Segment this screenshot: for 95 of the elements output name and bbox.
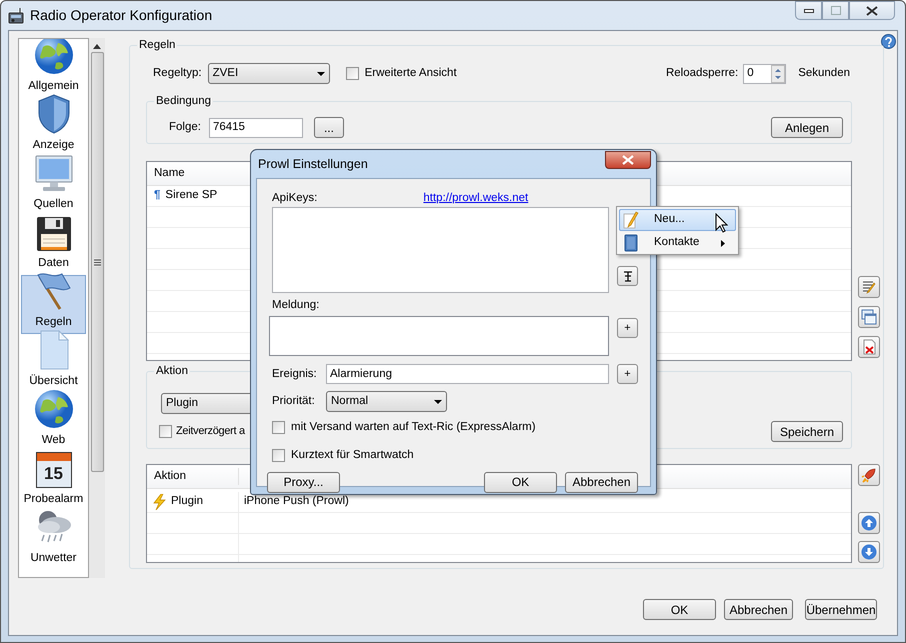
window-title: Radio Operator Konfiguration (30, 6, 212, 25)
apply-button[interactable]: Übernehmen (805, 599, 877, 620)
delete-icon (861, 339, 877, 355)
link[interactable]: http://prowl.weks.net (423, 190, 528, 207)
book-icon (624, 234, 638, 252)
cancel-button[interactable]: Abbrechen (565, 472, 638, 493)
mouse-cursor-icon (715, 213, 728, 233)
scroll-up-icon (93, 44, 101, 49)
event-field[interactable]: Alarmierung (326, 364, 609, 384)
text-button[interactable] (617, 266, 638, 286)
checkbox-label: Erweiterte Ansicht (364, 66, 457, 81)
sidebar-item[interactable]: Quellen (21, 157, 86, 216)
move-up-icon (861, 515, 877, 531)
maximize-icon (830, 6, 840, 15)
spin-arrows-icon (771, 64, 786, 82)
ok-button[interactable]: OK (643, 599, 716, 620)
copy-button[interactable] (858, 306, 880, 328)
sidebar-item[interactable]: Anzeige (21, 98, 86, 157)
delete-button[interactable] (858, 336, 880, 358)
rocket-icon (861, 467, 877, 483)
move-up-button[interactable] (858, 512, 880, 534)
radio-icon (8, 8, 24, 24)
proxy-button[interactable]: Proxy... (267, 472, 340, 493)
help-icon (881, 34, 896, 49)
sidebar-item[interactable]: Allgemein (21, 39, 86, 98)
field-label: Meldung: (272, 298, 320, 313)
column-header[interactable]: Name (147, 164, 185, 182)
group-title: Bedingung (154, 94, 213, 108)
create-button[interactable]: Anlegen (771, 117, 843, 138)
ok-button[interactable]: OK (484, 472, 557, 493)
copy-icon (861, 309, 877, 325)
minimize-button[interactable] (795, 1, 822, 20)
field-label: Reloadsperre: (666, 66, 738, 81)
sidebar-item[interactable]: Daten (21, 216, 86, 275)
globe-icon (34, 388, 74, 429)
rule-type-dropdown[interactable]: ZVEI (208, 63, 330, 84)
table-cell-text: Plugin (171, 494, 203, 510)
pencil-icon (623, 211, 639, 229)
sidebar-item[interactable]: Regeln (21, 275, 86, 334)
table-cell-text: iPhone Push (Prowl) (243, 494, 349, 510)
close-icon (622, 155, 634, 165)
field-label: Folge: (169, 120, 201, 135)
edit-icon (861, 279, 877, 295)
checkbox-label: mit Versand warten auf Text-Ric (ExpressAlarm) (291, 420, 536, 436)
monitor-icon (34, 152, 74, 193)
add-button[interactable]: + (617, 318, 638, 338)
field-label: Regeltyp: (153, 66, 202, 81)
globe-icon (34, 39, 74, 75)
api-keys-field[interactable] (272, 207, 609, 293)
message-field[interactable] (269, 316, 609, 356)
sidebar-item[interactable]: Übersicht (21, 334, 86, 393)
close-icon (866, 6, 878, 16)
scrollbar[interactable] (89, 38, 105, 578)
move-down-button[interactable] (858, 541, 880, 563)
group-title: Regeln (137, 38, 178, 52)
menu-item[interactable]: Neu... (619, 209, 736, 231)
checkbox[interactable] (272, 448, 285, 462)
edit-button[interactable] (858, 276, 880, 298)
close-button[interactable] (605, 151, 651, 169)
menu-item[interactable]: Kontakte (619, 232, 736, 254)
shield-icon (36, 94, 72, 134)
floppy-icon (36, 216, 72, 252)
save-button[interactable]: Speichern (771, 421, 843, 442)
minimize-icon (804, 8, 814, 12)
checkbox[interactable] (346, 67, 359, 80)
spin-field[interactable]: 0 (743, 64, 786, 84)
unit-label: Sekunden (798, 66, 850, 81)
lightning-icon (152, 494, 168, 510)
grip-icon (94, 258, 100, 266)
table-cell-text: Sirene SP (165, 188, 218, 204)
caret-icon (434, 400, 442, 404)
sidebar-item[interactable]: Unwetter (21, 511, 86, 570)
close-button[interactable] (849, 1, 895, 20)
cancel-button[interactable]: Abbrechen (724, 599, 793, 620)
browse-button[interactable]: ... (314, 117, 344, 138)
calendar-icon: 15 (36, 452, 72, 488)
checkbox-label: Zeitverzögert a (176, 424, 245, 440)
rocket-button[interactable] (858, 464, 880, 486)
column-header[interactable]: Aktion (147, 468, 239, 486)
document-icon (38, 330, 70, 370)
checkbox[interactable] (272, 421, 285, 434)
dialog-title: Prowl Einstellungen (257, 156, 369, 173)
sidebar-item[interactable]: 15 Probealarm (21, 452, 86, 511)
pilcrow-marker: ¶ (154, 188, 160, 204)
caret-icon (316, 72, 325, 76)
priority-dropdown[interactable]: Normal (326, 391, 447, 412)
sidebar-item[interactable]: Web (21, 393, 86, 452)
checkbox-label: Kurztext für Smartwatch (291, 448, 414, 462)
checkbox[interactable] (159, 425, 172, 438)
sequence-field[interactable]: 76415 (208, 118, 303, 138)
field-label: ApiKeys: (272, 191, 318, 206)
field-label: Ereignis: (272, 366, 318, 382)
text-cursor-icon (622, 270, 632, 282)
add-button[interactable]: + (617, 364, 638, 384)
move-down-icon (861, 544, 877, 560)
